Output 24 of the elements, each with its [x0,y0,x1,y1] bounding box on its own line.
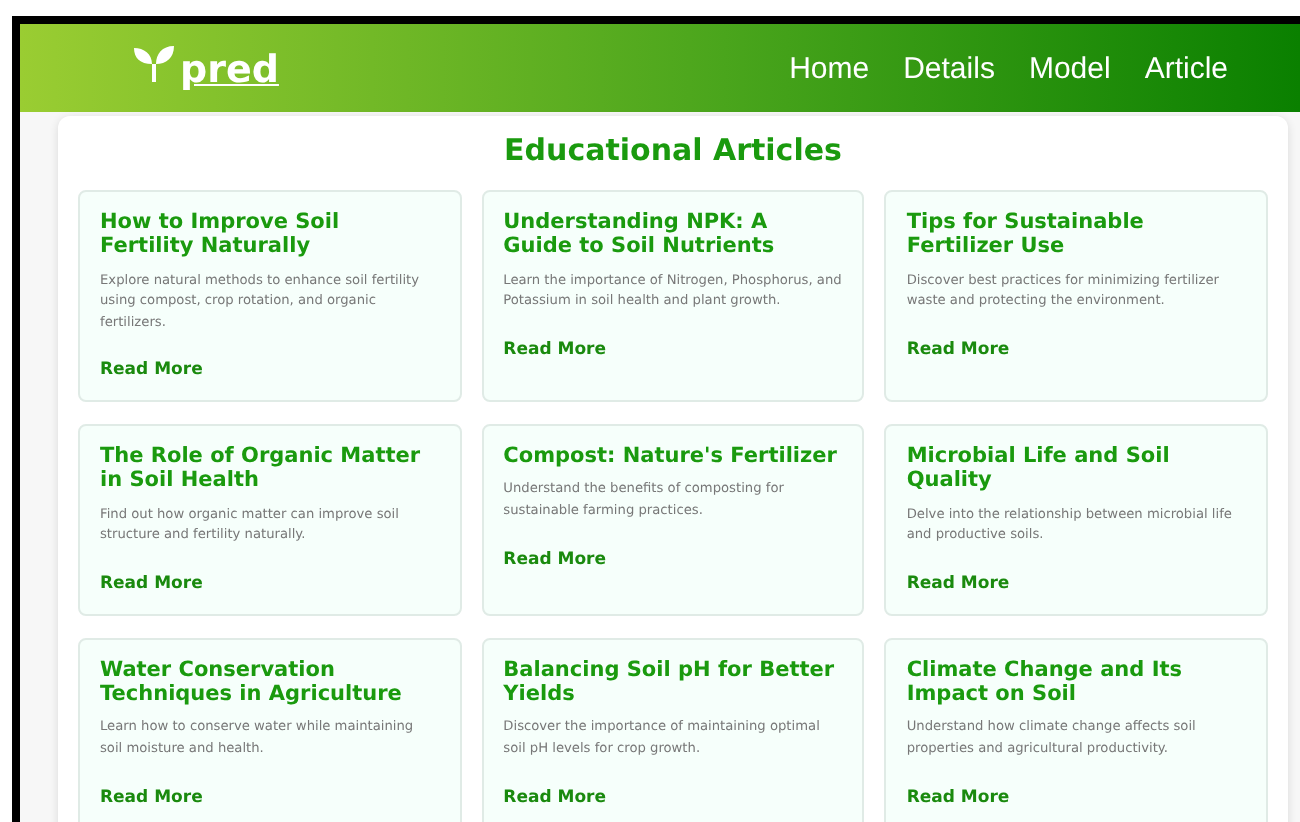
read-more-link[interactable]: Read More [100,787,203,808]
article-title: Microbial Life and Soil Quality [906,444,1172,494]
section-title: Educational Articles [502,132,844,168]
article-title: Water Conservation Techniques in Agriculture [100,657,404,707]
nav-link[interactable]: Details [903,51,995,85]
nav-link[interactable]: Article [1144,51,1228,85]
read-more-link[interactable]: Read More [906,573,1010,594]
sprout-icon [132,44,176,84]
article-title: Balancing Soil pH for Better Yields [503,657,837,707]
article-title: The Role of Organic Matter in Soil Health [100,444,423,494]
read-more-link[interactable]: Read More [503,787,607,808]
read-more-link[interactable]: Read More [906,787,1010,808]
article-title: Tips for Sustainable Fertilizer Use [906,210,1146,260]
read-more-link[interactable]: Read More [100,360,203,381]
article-title: Compost: Nature's Fertilizer [503,444,839,469]
article-title: Understanding NPK: A Guide to Soil Nutrients [503,210,777,260]
read-more-link[interactable]: Read More [100,573,203,594]
nav-link[interactable]: Model [1028,51,1111,85]
read-more-link[interactable]: Read More [503,339,607,360]
article-title: How to Improve Soil Fertility Naturally [100,210,342,260]
read-more-link[interactable]: Read More [503,549,607,570]
nav-link[interactable]: Home [789,51,870,85]
article-title: Climate Change and Its Impact on Soil [906,657,1184,707]
read-more-link[interactable]: Read More [906,339,1010,360]
